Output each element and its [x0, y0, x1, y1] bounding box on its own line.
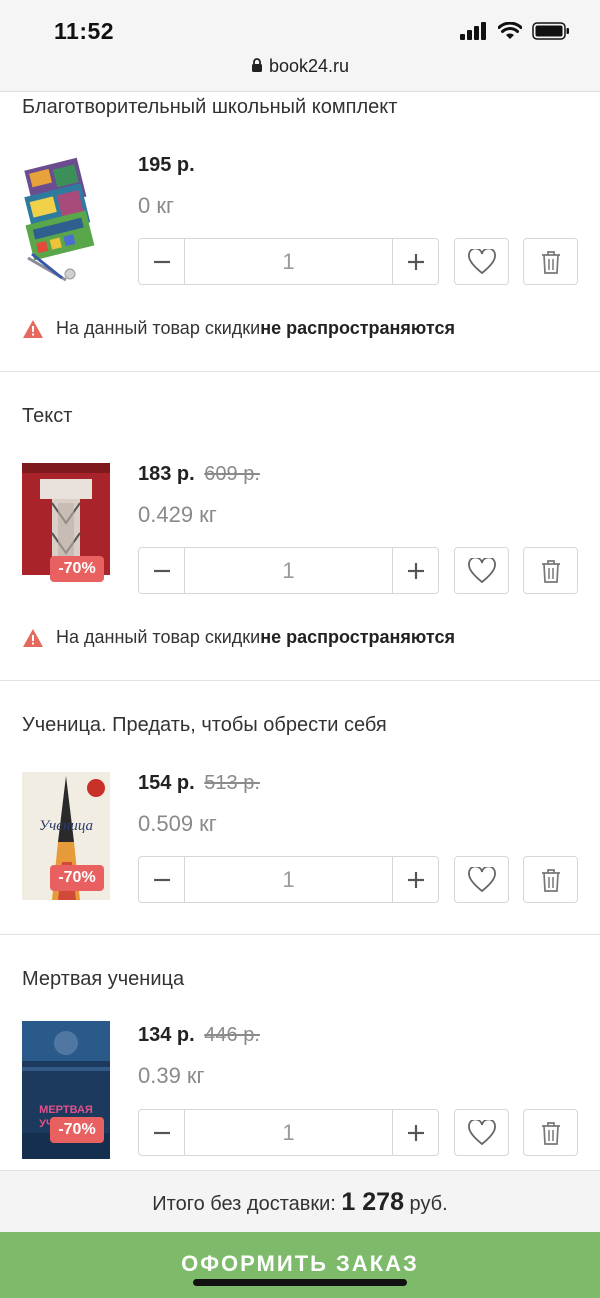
total-label: Итого без доставки: [152, 1193, 342, 1215]
item-title[interactable]: Текст [22, 405, 72, 428]
price-old: 446 р. [204, 1024, 260, 1046]
svg-text:МЕРТВАЯ: МЕРТВАЯ [39, 1104, 93, 1116]
increase-quantity-button[interactable] [393, 857, 438, 902]
cellular-signal-icon [460, 22, 486, 40]
price-row: 134 р. 446 р. [138, 1024, 260, 1047]
add-to-favorites-button[interactable] [454, 238, 509, 285]
heart-icon [467, 866, 496, 892]
item-weight: 0.509 кг [138, 811, 217, 836]
item-title[interactable]: Ученица. Предать, чтобы обрести себя [22, 714, 387, 737]
svg-text:Ученица: Ученица [39, 818, 93, 834]
quantity-input[interactable]: 1 [184, 548, 393, 593]
increase-quantity-button[interactable] [393, 239, 438, 284]
trash-icon [541, 868, 560, 892]
lock-icon [251, 58, 262, 72]
order-total-bar: Итого без доставки: 1 278 руб. [0, 1170, 600, 1232]
quantity-input[interactable]: 1 [184, 239, 393, 284]
status-time: 11:52 [54, 18, 115, 44]
total-currency: руб. [403, 1193, 448, 1215]
minus-icon [153, 260, 170, 263]
price-current: 154 р. [138, 772, 195, 794]
plus-icon [407, 1124, 424, 1141]
status-bar: 11:52 book24.ru [0, 0, 600, 92]
price-row: 195 р. [138, 154, 195, 177]
url-text: book24.ru [268, 56, 350, 76]
decrease-quantity-button[interactable] [139, 857, 184, 902]
price-old: 513 р. [204, 772, 260, 794]
heart-icon [467, 1119, 496, 1145]
quantity-stepper: 1 [138, 1109, 439, 1156]
notice-text: На данный товар скидки [56, 318, 261, 338]
increase-quantity-button[interactable] [393, 548, 438, 593]
increase-quantity-button[interactable] [393, 1110, 438, 1155]
heart-icon [467, 248, 496, 274]
discount-badge: -70% [50, 1117, 104, 1143]
item-weight: 0.429 кг [138, 502, 217, 527]
price-row: 183 р. 609 р. [138, 463, 260, 486]
school-kit-cover-image[interactable] [22, 154, 110, 284]
remove-item-button[interactable] [523, 856, 578, 903]
trash-icon [541, 559, 560, 583]
quantity-input[interactable]: 1 [184, 1110, 393, 1155]
item-weight: 0 кг [138, 193, 174, 218]
discount-badge: -70% [50, 556, 104, 582]
minus-icon [153, 569, 170, 572]
trash-icon [541, 1121, 560, 1145]
price-old: 609 р. [204, 463, 260, 485]
plus-icon [407, 253, 424, 270]
quantity-stepper: 1 [138, 856, 439, 903]
remove-item-button[interactable] [523, 238, 578, 285]
notice-text-bold: не распространяются [260, 318, 455, 338]
divider [0, 680, 600, 681]
wifi-icon [498, 22, 522, 39]
price-current: 195 р. [138, 154, 195, 176]
add-to-favorites-button[interactable] [454, 1109, 509, 1156]
quantity-input[interactable]: 1 [184, 857, 393, 902]
address-bar[interactable]: book24.ru [0, 56, 600, 77]
quantity-stepper: 1 [138, 547, 439, 594]
price-current: 134 р. [138, 1024, 195, 1046]
warning-icon [23, 319, 43, 338]
decrease-quantity-button[interactable] [139, 1110, 184, 1155]
remove-item-button[interactable] [523, 547, 578, 594]
home-indicator[interactable] [193, 1279, 407, 1286]
quantity-stepper: 1 [138, 238, 439, 285]
total-amount: 1 278 [341, 1188, 404, 1216]
item-title[interactable]: Благотворительный школьный комплект [22, 96, 397, 119]
divider [0, 371, 600, 372]
item-weight: 0.39 кг [138, 1063, 205, 1088]
price-current: 183 р. [138, 463, 195, 485]
status-icons [460, 22, 570, 40]
add-to-favorites-button[interactable] [454, 547, 509, 594]
minus-icon [153, 878, 170, 881]
price-row: 154 р. 513 р. [138, 772, 260, 795]
battery-icon [532, 22, 569, 40]
decrease-quantity-button[interactable] [139, 239, 184, 284]
minus-icon [153, 1131, 170, 1134]
notice-text: На данный товар скидки [56, 627, 261, 647]
notice-text-bold: не распространяются [260, 627, 455, 647]
add-to-favorites-button[interactable] [454, 856, 509, 903]
item-title[interactable]: Мертвая ученица [22, 968, 184, 991]
no-discount-notice: На данный товар скидки не распространяют… [22, 318, 455, 339]
checkout-button[interactable]: ОФОРМИТЬ ЗАКАЗ [0, 1232, 600, 1298]
discount-badge: -70% [50, 865, 104, 891]
divider [0, 934, 600, 935]
trash-icon [541, 250, 560, 274]
cart-list: Благотворительный школьный комплект 195 … [0, 92, 600, 1170]
heart-icon [467, 557, 496, 583]
plus-icon [407, 562, 424, 579]
warning-icon [23, 628, 43, 647]
plus-icon [407, 871, 424, 888]
no-discount-notice: На данный товар скидки не распространяют… [22, 627, 455, 648]
remove-item-button[interactable] [523, 1109, 578, 1156]
decrease-quantity-button[interactable] [139, 548, 184, 593]
